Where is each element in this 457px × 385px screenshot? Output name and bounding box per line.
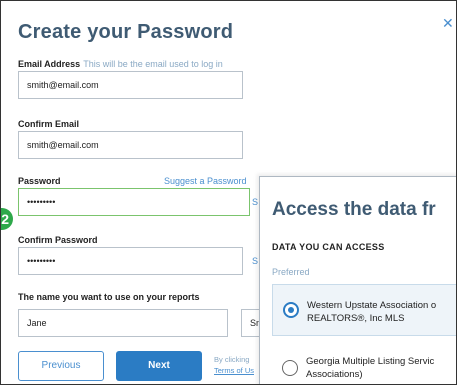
mls-option-line1: Georgia Multiple Listing Servic <box>306 356 435 367</box>
email-label: Email Address This will be the email used… <box>18 59 223 69</box>
data-access-card: Access the data fr DATA YOU CAN ACCESS P… <box>259 176 456 384</box>
radio-unselected-icon[interactable] <box>282 360 298 376</box>
password-field[interactable]: ••••••••• <box>18 188 250 216</box>
first-name-field[interactable]: Jane <box>18 309 228 337</box>
mls-option-georgia[interactable]: Georgia Multiple Listing Servic Associat… <box>272 347 456 384</box>
confirm-email-field[interactable]: smith@email.com <box>18 131 243 159</box>
mls-option-label: Georgia Multiple Listing Servic Associat… <box>306 355 434 381</box>
mls-option-line2: Associations) <box>306 369 363 380</box>
terms-line: By clicking <box>214 355 250 364</box>
previous-button[interactable]: Previous <box>18 351 104 381</box>
show-password-link[interactable]: S <box>252 197 258 207</box>
password-label: Password <box>18 176 61 186</box>
email-label-text: Email Address <box>18 59 81 69</box>
step-badge: 2 <box>1 208 13 230</box>
confirm-password-field[interactable]: ••••••••• <box>18 247 243 275</box>
confirm-password-label: Confirm Password <box>18 235 98 245</box>
email-field[interactable]: smith@email.com <box>18 71 243 99</box>
terms-text: By clicking Terms of Us <box>214 354 254 376</box>
report-name-label: The name you want to use on your reports <box>18 292 200 302</box>
confirm-email-label: Confirm Email <box>18 119 80 129</box>
email-hint: This will be the email used to log in <box>83 59 223 69</box>
radio-selected-icon[interactable] <box>283 302 299 318</box>
mls-option-line2: REALTORS®, Inc MLS <box>307 313 405 324</box>
suggest-password-link[interactable]: Suggest a Password <box>164 176 247 186</box>
registration-window: Create your Password ✕ Email Address This… <box>0 0 457 385</box>
card-title: Access the data fr <box>272 199 436 220</box>
page-title: Create your Password <box>18 21 234 43</box>
terms-link-text[interactable]: Terms of Us <box>214 366 254 375</box>
card-subtitle: DATA YOU CAN ACCESS <box>272 242 385 252</box>
mls-option-label: Western Upstate Association o REALTORS®,… <box>307 299 436 325</box>
preferred-label: Preferred <box>272 267 310 277</box>
next-button[interactable]: Next <box>116 351 202 381</box>
mls-option-line1: Western Upstate Association o <box>307 300 437 311</box>
mls-option-western-upstate[interactable]: Western Upstate Association o REALTORS®,… <box>272 284 456 336</box>
terms-link[interactable]: Terms of Us <box>214 365 254 376</box>
close-icon[interactable]: ✕ <box>442 15 454 32</box>
show-confirm-password-link[interactable]: S <box>252 256 258 266</box>
